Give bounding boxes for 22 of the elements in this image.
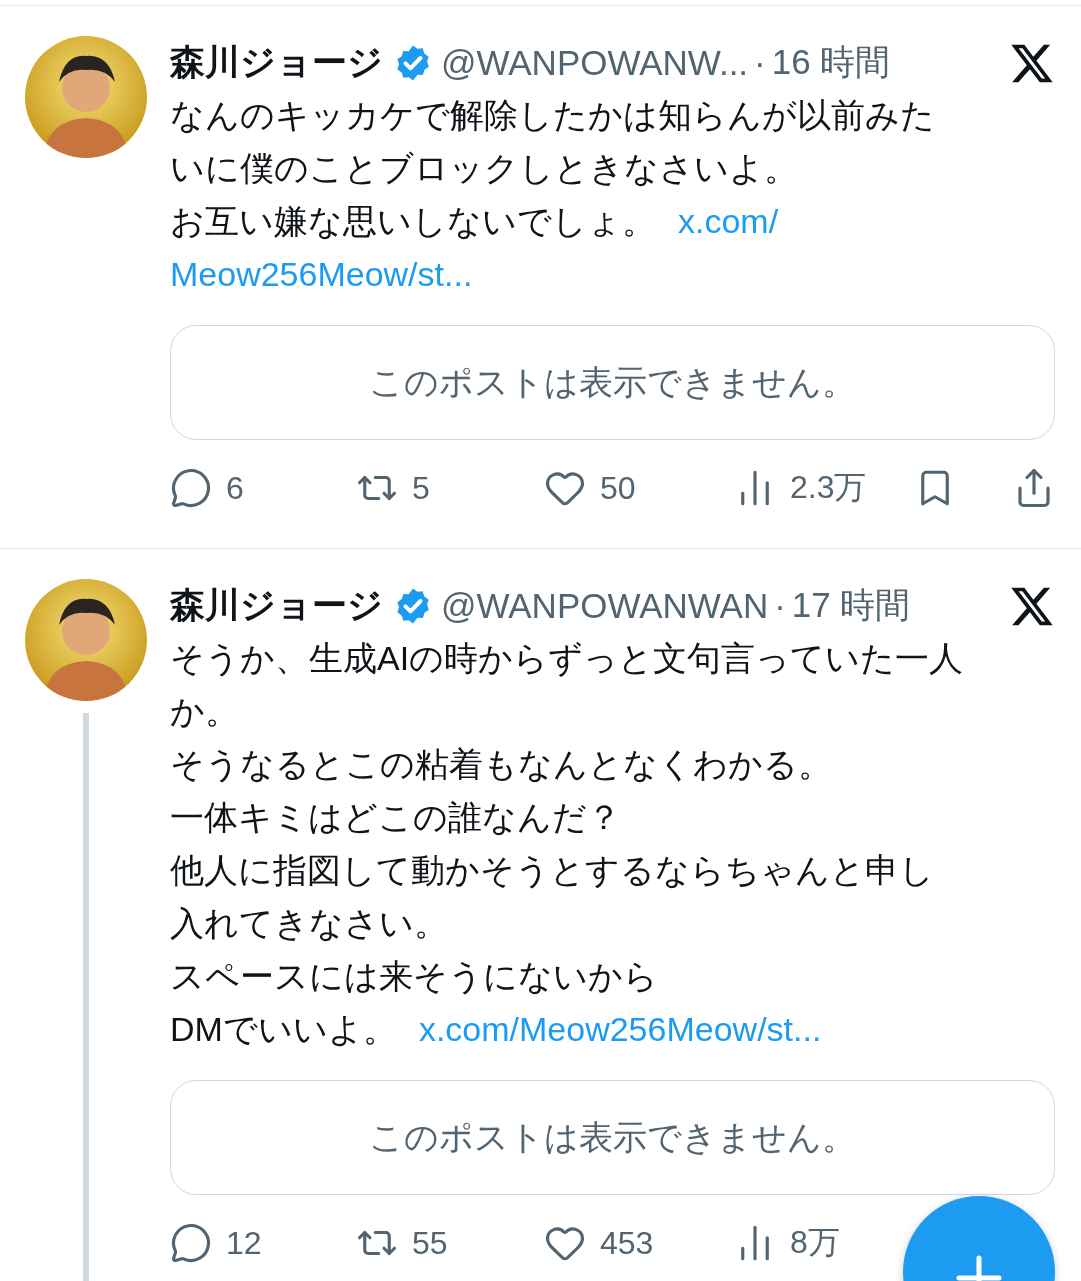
like-button[interactable]: 453 (544, 1222, 654, 1264)
reply-button[interactable]: 6 (170, 467, 244, 509)
post-text: なんのキッカケで解除したかは知らんが以前みた いに僕のことブロックしときなさいよ。 お互い嫌な思いしないでしょ。 x.com/ Meow256Meow/st... (170, 95, 936, 295)
views-button[interactable]: 2.3万 (734, 466, 867, 510)
unavailable-post-card: このポストは表示できません。 (170, 1080, 1055, 1195)
views-button[interactable]: 8万 (734, 1221, 840, 1265)
author-handle[interactable]: @WANPOWANW... (441, 42, 749, 83)
post-text: そうか、生成AIの時からずっと文句言っていた一人 か。 そうなるとこの粘着もなんとなくわかる。 一体キミはどこの誰なんだ？ 他人に指図して動かそうとするならちゃんと申し 入れてきなさい。 スペースには来そうにないから DMでいいよ。 x.com/Meow256Meow/st... (170, 638, 965, 1050)
reply-icon (170, 1222, 212, 1264)
reply-icon (170, 467, 212, 509)
like-button[interactable]: 50 (544, 467, 636, 509)
repost-button[interactable]: 5 (356, 467, 430, 509)
author-name[interactable]: 森川ジョージ (170, 582, 383, 629)
author-name[interactable]: 森川ジョージ (170, 39, 383, 86)
separator: · (774, 585, 786, 626)
separator: · (754, 42, 766, 83)
post-time[interactable]: 17 時間 (791, 582, 911, 629)
author-handle[interactable]: @WANPOWANWAN (441, 585, 769, 626)
post-time[interactable]: 16 時間 (771, 39, 891, 86)
unavailable-post-card: このポストは表示できません。 (170, 325, 1055, 440)
reply-button[interactable]: 12 (170, 1222, 262, 1264)
repost-button[interactable]: 55 (356, 1222, 448, 1264)
